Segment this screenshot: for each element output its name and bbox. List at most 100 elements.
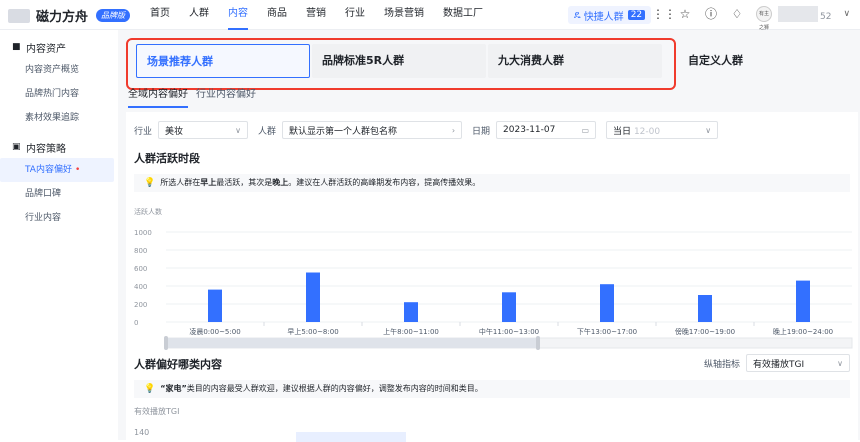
date-picker[interactable]: 2023-11-07 ▭ (496, 121, 597, 139)
content-preference-tabs: 全域内容偏好 行业内容偏好 (128, 86, 264, 108)
sidebar-group[interactable]: ■ 内容资产 (0, 36, 118, 58)
x-tick-label: 下午13:00~17:00 (577, 327, 637, 336)
sidebar-item[interactable]: 内容资产概览 (0, 58, 118, 82)
date-label: 日期 (472, 126, 491, 137)
nav-item[interactable]: 数据工厂 (443, 0, 483, 30)
brand-badge: 品牌版 (96, 9, 131, 22)
crowd-type-card[interactable]: 自定义人群 (678, 44, 850, 78)
tip-text: 类目的内容最受人群欢迎，建议根据人群的内容偏好，调整发布内容的时间和类目。 (186, 384, 483, 393)
industry-label: 行业 (134, 126, 153, 137)
x-tick-label: 中午11:00~13:00 (479, 327, 539, 336)
crowd-type-cards: 场景推荐人群 品牌标准5R人群 九大消费人群 自定义人群 (122, 36, 850, 90)
x-tick-label: 早上5:00~8:00 (287, 327, 338, 336)
chevron-down-icon: ∨ (837, 358, 843, 368)
industry-value: 美妆 (165, 126, 184, 137)
book-icon: ■ (12, 42, 21, 52)
top-navigation-bar: 磁力方舟 品牌版 首页 人群 内容 商品 营销 行业 场景营销 数据工厂 ዴ 快捷人群 22 … (0, 0, 860, 31)
bell-icon[interactable]: ♢ (730, 7, 744, 21)
main-nav: 首页 人群 内容 商品 营销 行业 场景营销 数据工厂 (150, 0, 502, 30)
sidebar-item-label: 品牌口碑 (25, 189, 62, 199)
crowd-type-card[interactable]: 场景推荐人群 (136, 44, 310, 78)
nav-item[interactable]: 行业 (345, 0, 365, 30)
tip-text-mid: 最活跃，其次是 (216, 178, 273, 187)
quick-crowd-count: 22 (627, 10, 646, 20)
help-icon[interactable]: ⓘ (704, 7, 718, 21)
chevron-down-icon: ∨ (235, 125, 242, 135)
subtab[interactable]: 全域内容偏好 (128, 86, 188, 108)
crowd-type-card[interactable]: 品牌标准5R人群 (312, 44, 486, 78)
metric-select[interactable]: 有效播放TGI ∨ (746, 354, 850, 372)
y-tick-label: 0 (134, 319, 138, 327)
y-metric-selector-group: 纵轴指标 有效播放TGI ∨ (704, 354, 850, 372)
date-value: 2023-11-07 (503, 125, 556, 135)
section-title-content-preference: 人群偏好哪类内容 (134, 358, 222, 371)
subtab[interactable]: 行业内容偏好 (196, 86, 256, 108)
y-tick-label: 1000 (134, 229, 152, 237)
calendar-icon: ▭ (581, 125, 590, 135)
brand-logo[interactable]: 磁力方舟 品牌版 (8, 6, 131, 25)
username-suffix: 52 (820, 11, 832, 22)
x-tick-label: 上午8:00~11:00 (383, 327, 439, 336)
y-tick-label: 200 (134, 301, 147, 309)
x-tick-label: 凌晨0:00~5:00 (189, 327, 240, 336)
x-tick-label: 傍晚17:00~19:00 (675, 327, 735, 336)
tip-highlight-1: 早上 (200, 178, 217, 187)
sidebar-item-label: TA内容偏好 (25, 165, 72, 175)
sidebar: ■ 内容资产内容资产概览 品牌热门内容素材效果追踪 ▣ 内容策略 TA内容偏好 • 品牌口碑行… (0, 30, 118, 440)
bar (404, 302, 418, 322)
sidebar-group-label: 内容资产 (26, 43, 66, 55)
industry-select[interactable]: 美妆 ∨ (158, 121, 249, 139)
chart2-bar (296, 432, 406, 442)
sidebar-item[interactable]: TA内容偏好 • (0, 158, 114, 182)
metric-value: 有效播放TGI (753, 359, 805, 370)
sidebar-item-label: 素材效果追踪 (25, 113, 80, 123)
quick-crowd-button[interactable]: ዴ 快捷人群 22 (568, 6, 652, 24)
strategy-icon: ▣ (12, 142, 21, 152)
nav-item[interactable]: 人群 (189, 0, 209, 30)
top-icon-group: ⋮⋮ ☆ ⓘ ♢ 有主之狮 52 ∨ (652, 6, 850, 31)
avatar[interactable]: 有主之狮 (756, 6, 772, 31)
sidebar-item[interactable]: 素材效果追踪 (0, 106, 118, 130)
username-redacted (778, 6, 818, 22)
analysis-panel: 行业 美妆 ∨ 人群 默认显示第一个人群包名称 › 日期 2023-11-07 … (126, 112, 858, 442)
nav-item[interactable]: 场景营销 (384, 0, 424, 30)
y-tick-label: 800 (134, 247, 147, 255)
nav-item[interactable]: 内容 (228, 0, 248, 30)
nav-item[interactable]: 首页 (150, 0, 170, 30)
nav-item[interactable]: 商品 (267, 0, 287, 30)
metric-label: 纵轴指标 (703, 359, 740, 370)
crowd-type-card[interactable]: 九大消费人群 (488, 44, 662, 78)
section-title-active-period: 人群活跃时段 (134, 152, 200, 165)
filter-bar: 行业 美妆 ∨ 人群 默认显示第一个人群包名称 › 日期 2023-11-07 … (134, 120, 728, 140)
tip-text-suffix: 。建议在人群活跃的高峰期发布内容，提高传播效果。 (288, 178, 481, 187)
sidebar-item[interactable]: 行业内容 (0, 206, 118, 230)
bar (600, 284, 614, 322)
user-group-icon: ዴ (574, 9, 581, 21)
chevron-down-icon: ∨ (705, 125, 712, 135)
chevron-right-icon: › (451, 125, 456, 135)
crowd-label: 人群 (258, 126, 277, 137)
crowd-select[interactable]: 默认显示第一个人群包名称 › (282, 121, 463, 139)
bar (698, 295, 712, 322)
active-dot-icon: • (74, 165, 81, 175)
tip-bar-content-preference: 💡 “家电”类目的内容最受人群欢迎，建议根据人群的内容偏好，调整发布内容的时间和类… (134, 380, 850, 398)
nav-item[interactable]: 营销 (306, 0, 326, 30)
zoom-slider-handle (164, 336, 168, 350)
tip-category: “家电” (160, 384, 187, 393)
period-value: 12-00 (633, 126, 661, 137)
sidebar-group-label: 内容策略 (26, 143, 66, 155)
tip-text-prefix: 所选人群在 (160, 178, 201, 187)
sidebar-item[interactable]: 品牌热门内容 (0, 82, 118, 106)
main-content: 场景推荐人群 品牌标准5R人群 九大消费人群 自定义人群 全域内容偏好 行业内容偏好 行… (118, 30, 860, 442)
lightbulb-icon: 💡 (144, 384, 156, 394)
period-label: 当日 (613, 126, 632, 137)
star-icon[interactable]: ☆ (678, 7, 692, 21)
chart2-y-axis-label: 有效播放TGI (134, 407, 180, 416)
sidebar-item[interactable]: 品牌口碑 (0, 182, 118, 206)
period-select[interactable]: 当日 12-00 ∨ (606, 121, 719, 139)
grid-icon[interactable]: ⋮⋮ (652, 7, 676, 21)
crowd-value: 默认显示第一个人群包名称 (289, 126, 398, 137)
sidebar-group[interactable]: ▣ 内容策略 (0, 136, 118, 158)
sidebar-item-label: 行业内容 (25, 213, 62, 223)
chevron-down-icon[interactable]: ∨ (843, 9, 850, 19)
